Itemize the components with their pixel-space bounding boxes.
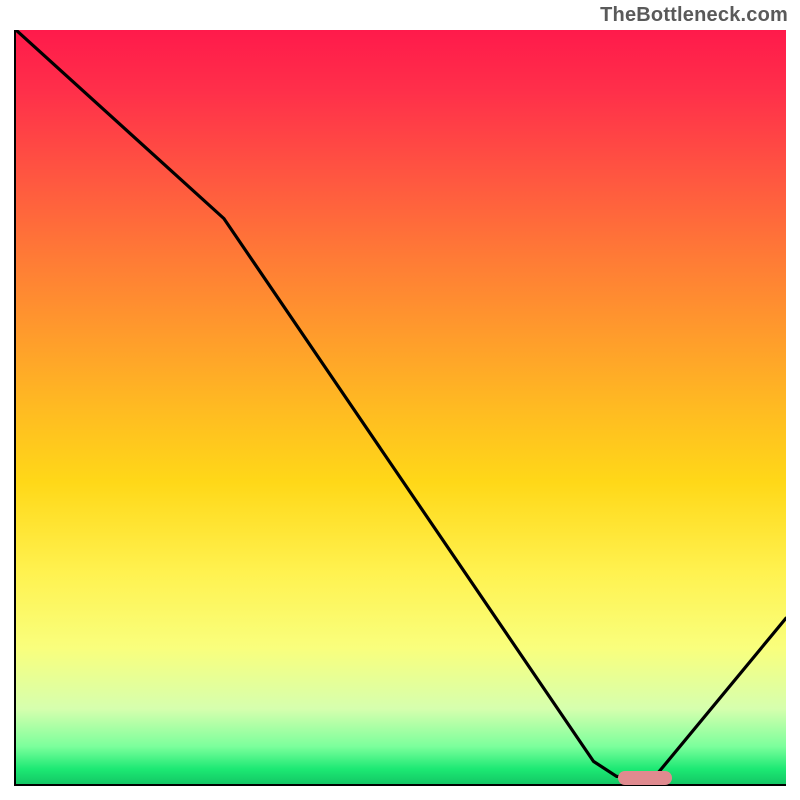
optimum-marker (618, 771, 672, 785)
watermark-text: TheBottleneck.com (600, 4, 788, 27)
bottleneck-chart: TheBottleneck.com (0, 0, 800, 800)
gradient-background (16, 30, 786, 784)
plot-area (14, 30, 786, 786)
